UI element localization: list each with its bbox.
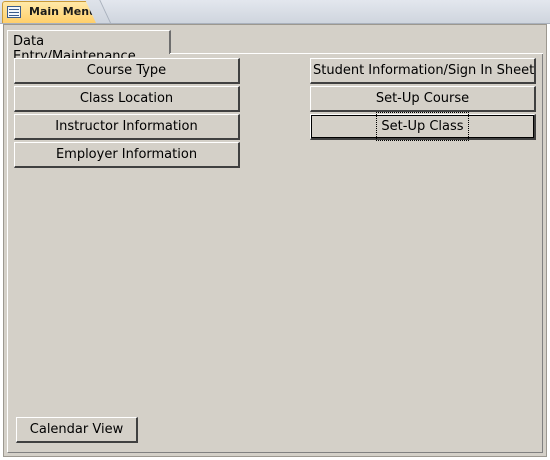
calendar-view-label: Calendar View bbox=[29, 422, 124, 437]
main-menu-form: Data Entry/Maintenance Course Type Class… bbox=[3, 24, 547, 457]
student-information-label: Student Information/Sign In Sheet bbox=[313, 63, 535, 78]
employer-information-label: Employer Information bbox=[55, 147, 198, 162]
document-tab-bar: Main Menu bbox=[0, 0, 550, 24]
employer-information-button[interactable]: Employer Information bbox=[14, 142, 240, 168]
class-location-label: Class Location bbox=[79, 91, 174, 106]
set-up-course-button[interactable]: Set-Up Course bbox=[310, 86, 536, 112]
course-type-button[interactable]: Course Type bbox=[14, 58, 240, 84]
document-tab-main-menu[interactable]: Main Menu bbox=[2, 1, 100, 23]
course-type-label: Course Type bbox=[86, 63, 167, 78]
calendar-view-button[interactable]: Calendar View bbox=[16, 417, 138, 443]
instructor-information-button[interactable]: Instructor Information bbox=[14, 114, 240, 140]
student-information-sign-in-sheet-button[interactable]: Student Information/Sign In Sheet bbox=[310, 58, 536, 84]
set-up-course-label: Set-Up Course bbox=[375, 91, 470, 106]
tab-data-entry-maintenance[interactable]: Data Entry/Maintenance bbox=[7, 30, 171, 64]
class-location-button[interactable]: Class Location bbox=[14, 86, 240, 112]
set-up-class-button[interactable]: Set-Up Class bbox=[310, 112, 536, 141]
form-icon bbox=[7, 6, 21, 18]
set-up-class-label: Set-Up Class bbox=[376, 112, 469, 141]
instructor-information-label: Instructor Information bbox=[55, 119, 198, 134]
document-tab-label: Main Menu bbox=[29, 5, 97, 18]
